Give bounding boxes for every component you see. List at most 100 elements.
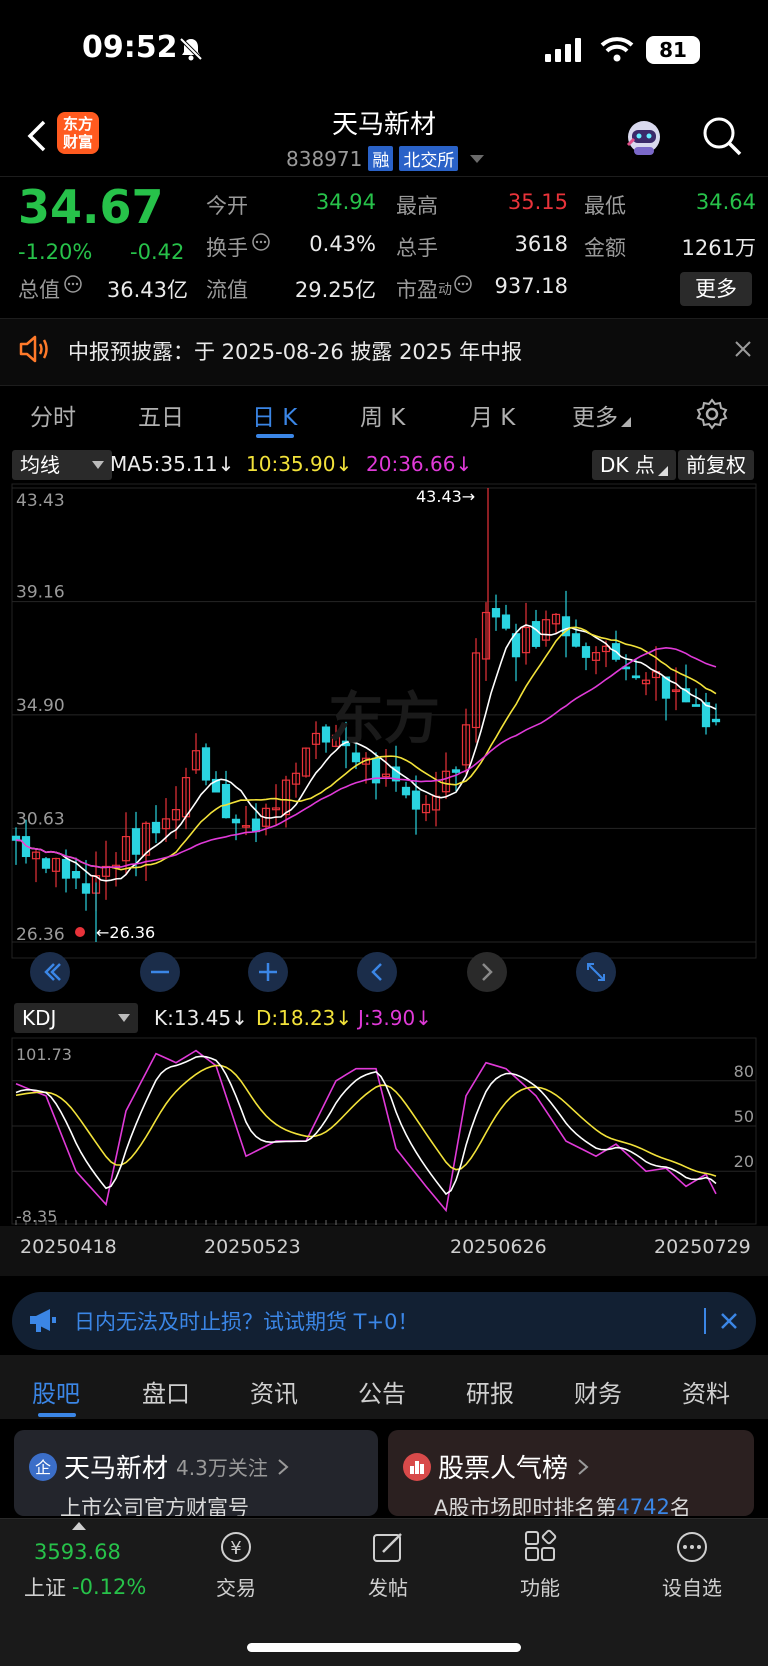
caret-up-icon <box>72 1522 86 1530</box>
tab-daily-k[interactable]: 日 K <box>252 398 297 432</box>
scroll-left-fast-button[interactable] <box>30 952 70 992</box>
company-card-follow: 4.3万关注 <box>176 1456 268 1480</box>
mktcap-value: 36.43亿 <box>106 278 188 302</box>
candle-body <box>131 828 141 855</box>
ad-text: 日内无法及时止损？试试期货 T+0！ <box>74 1310 419 1334</box>
exchange-tag: 北交所 <box>399 146 459 171</box>
more-dots-icon <box>677 1532 707 1562</box>
zoom-in-button[interactable] <box>248 952 288 992</box>
kdj-selector[interactable]: KDJ <box>14 1003 138 1033</box>
rank-number: 4742 <box>616 1495 670 1516</box>
scroll-left-button[interactable] <box>357 952 397 992</box>
index-change: -0.12% <box>72 1575 147 1599</box>
index-row[interactable]: 上证 -0.12% <box>24 1572 146 1602</box>
candle-body <box>41 858 51 869</box>
company-account-card[interactable]: 企 天马新材 4.3万关注 上市公司官方财富号 <box>14 1430 378 1516</box>
caret-down-icon <box>118 1014 130 1022</box>
open-label: 今开 <box>206 194 248 218</box>
more-info-icon[interactable] <box>453 274 473 294</box>
kdj-k-value: K:13.45↓ <box>154 1006 248 1030</box>
tab-five-day[interactable]: 五日 <box>138 398 184 432</box>
candle-body <box>491 608 501 618</box>
tab-pankou[interactable]: 盘口 <box>142 1374 190 1409</box>
more-quote-button[interactable]: 更多 <box>680 272 752 306</box>
nav-trade[interactable]: ¥ 交易 <box>186 1528 286 1601</box>
zoom-out-button[interactable] <box>140 952 180 992</box>
volume-value: 3618 <box>514 232 568 256</box>
x-label-3: 20250626 <box>450 1236 547 1258</box>
ma-selector[interactable]: 均线 <box>12 450 112 480</box>
ma-selector-label: 均线 <box>20 453 60 477</box>
tab-announcement[interactable]: 公告 <box>358 1374 406 1409</box>
tab-monthly-k[interactable]: 月 K <box>470 398 515 432</box>
index-value[interactable]: 3593.68 <box>34 1540 121 1564</box>
tab-weekly-k[interactable]: 周 K <box>360 398 405 432</box>
change-amount: -0.42 <box>130 240 185 264</box>
amount-label: 金额 <box>584 236 626 260</box>
index-name: 上证 <box>24 1576 66 1600</box>
tab-profile[interactable]: 资料 <box>682 1374 730 1409</box>
gear-icon[interactable] <box>696 398 728 430</box>
svg-text:企: 企 <box>35 1458 51 1477</box>
nav-watchlist[interactable]: 设自选 <box>642 1528 742 1601</box>
close-icon[interactable] <box>732 338 754 360</box>
chevron-right-icon <box>578 1458 589 1475</box>
ma5-value: MA5:35.11↓ <box>110 452 235 476</box>
ai-robot-icon[interactable] <box>622 115 666 159</box>
low-label: 最低 <box>584 194 626 218</box>
tab-more-label: 更多 <box>572 405 618 431</box>
tab-intraday[interactable]: 分时 <box>30 398 76 432</box>
rank-suffix: 名 <box>669 1496 691 1516</box>
y-tick-label: 34.90 <box>16 696 65 716</box>
x-label-1: 20250418 <box>20 1236 117 1258</box>
nav-functions[interactable]: 功能 <box>490 1528 590 1601</box>
rank-card-title: 股票人气榜 <box>438 1454 569 1484</box>
rank-card-subtitle: A股市场即时排名第 4742 名 <box>434 1492 691 1516</box>
y-tick-label: 43.43 <box>16 491 65 511</box>
low-value: 34.64 <box>695 190 756 214</box>
grid-apps-icon <box>525 1529 557 1561</box>
candle-body <box>571 633 581 647</box>
candle-body <box>581 646 591 658</box>
y-tick-label: 30.63 <box>16 809 65 829</box>
ma20-value: 20:36.66↓ <box>366 452 473 476</box>
cell-signal-icon <box>545 38 581 62</box>
nav-post[interactable]: 发帖 <box>338 1528 438 1601</box>
kdj-k-line <box>15 1055 717 1196</box>
candle-body <box>61 858 71 879</box>
tab-more[interactable]: 更多 <box>572 398 631 432</box>
search-icon[interactable] <box>700 114 744 158</box>
scroll-right-button[interactable] <box>467 952 507 992</box>
tab-guba[interactable]: 股吧 <box>32 1374 80 1409</box>
candle-body <box>251 818 261 833</box>
current-price: 34.67 <box>18 180 164 234</box>
tab-finance[interactable]: 财务 <box>574 1374 622 1409</box>
close-icon[interactable] <box>718 1310 740 1332</box>
stock-code: 838971 <box>286 146 363 171</box>
pe-label-wrap[interactable]: 市盈 动 <box>396 274 473 304</box>
dk-point-button[interactable]: DK 点 <box>592 450 676 480</box>
fullscreen-button[interactable] <box>576 952 616 992</box>
kdj-chart[interactable]: 80 50 20 101.73 -8.35 <box>0 1036 768 1226</box>
company-badge-icon: 企 <box>29 1452 57 1481</box>
candle-body <box>411 790 421 810</box>
speaker-icon <box>19 335 48 363</box>
adjust-button[interactable]: 前复权 <box>678 450 754 480</box>
margin-tag: 融 <box>368 146 394 171</box>
popularity-rank-card[interactable]: 股票人气榜 A股市场即时排名第 4742 名 <box>388 1430 754 1516</box>
more-info-icon[interactable] <box>251 232 271 252</box>
candle-body <box>81 883 91 894</box>
tab-news[interactable]: 资讯 <box>250 1374 298 1409</box>
stock-code-line[interactable]: 838971 融 北交所 <box>286 146 486 171</box>
tab-research[interactable]: 研报 <box>466 1374 514 1409</box>
kdj-level-label: 20 <box>734 1152 754 1171</box>
float-value: 29.25亿 <box>294 278 376 302</box>
mktcap-label-wrap[interactable]: 总值 <box>18 274 83 304</box>
yuan-exchange-icon: ¥ <box>221 1532 251 1562</box>
more-info-icon[interactable] <box>63 274 83 294</box>
watermark-logo: 东方 <box>328 687 440 752</box>
turnover-label-wrap[interactable]: 换手 <box>206 232 271 262</box>
candle-body <box>71 871 81 879</box>
candle-body <box>451 769 461 773</box>
candlestick-chart[interactable]: 43.43 39.16 34.90 30.63 26.36 43.43→ ←26.36 东方 <box>0 480 768 1000</box>
